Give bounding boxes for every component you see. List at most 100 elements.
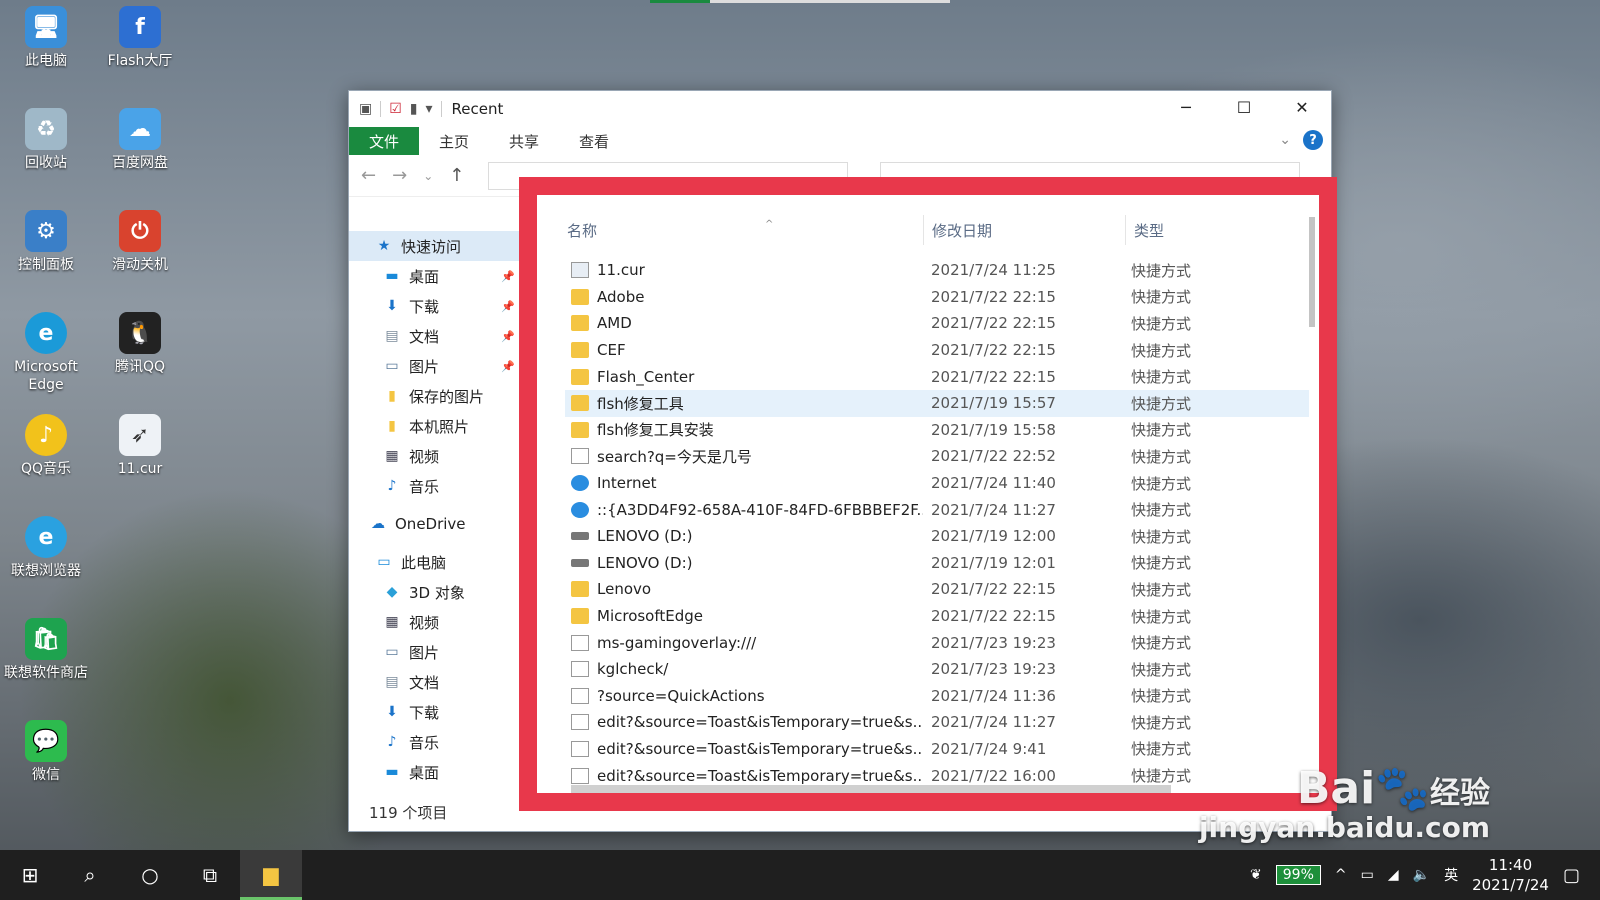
tab-view[interactable]: 查看	[559, 127, 629, 155]
file-row[interactable]: AMD 2021/7/22 22:15 快捷方式	[565, 310, 1309, 337]
battery-icon[interactable]: ▭	[1361, 867, 1374, 883]
maximize-icon[interactable]: ☐	[1215, 91, 1273, 123]
file-name-cell: Flash_Center	[565, 368, 923, 386]
store-icon: 🛍	[25, 618, 67, 660]
ime-indicator[interactable]: 英	[1444, 865, 1458, 885]
file-type: 快捷方式	[1131, 554, 1192, 573]
folder-icon	[571, 421, 589, 438]
taskbar-file-explorer[interactable]: ▆	[240, 850, 302, 900]
nav-item-desktop[interactable]: ▬ 桌面 📌	[349, 261, 519, 291]
desktop-icon-baidu-netdisk[interactable]: ☁ 百度网盘	[94, 108, 186, 172]
file-row[interactable]: Adobe 2021/7/22 22:15 快捷方式	[565, 284, 1309, 311]
nav-item-3d-objects[interactable]: ◆ 3D 对象	[349, 577, 519, 607]
column-header-date[interactable]: 修改日期	[923, 215, 1125, 245]
file-row[interactable]: MicrosoftEdge 2021/7/22 22:15 快捷方式	[565, 603, 1309, 630]
file-row[interactable]: ms-gamingoverlay:/// 2021/7/23 19:23 快捷方式	[565, 629, 1309, 656]
desktop-icon-qq[interactable]: 🐧 腾讯QQ	[94, 312, 186, 376]
nav-item-pc-pictures[interactable]: ▭ 图片	[349, 637, 519, 667]
desktop-icon-lenovo-store[interactable]: 🛍 联想软件商店	[0, 618, 92, 682]
minimize-icon[interactable]: ─	[1157, 91, 1215, 123]
back-arrow-icon[interactable]: ←	[361, 165, 376, 186]
file-row[interactable]: edit?&source=Toast&isTemporary=true&s...…	[565, 709, 1309, 736]
tab-file[interactable]: 文件	[349, 127, 420, 155]
nav-item-documents[interactable]: ▤ 文档 📌	[349, 321, 519, 351]
file-row[interactable]: kglcheck/2021/7/23 19:23 快捷方式	[565, 656, 1309, 683]
nav-item-pc-music[interactable]: ♪ 音乐	[349, 727, 519, 757]
nav-item-pc-desktop[interactable]: ▬ 桌面	[349, 757, 519, 787]
file-row[interactable]: Internet 2021/7/24 11:40 快捷方式	[565, 470, 1309, 497]
close-icon[interactable]: ✕	[1273, 91, 1331, 123]
desktop-icon-flash-hall[interactable]: f Flash大厅	[94, 6, 186, 70]
desktop-icon-slide-shutdown[interactable]: ⏻ 滑动关机	[94, 210, 186, 274]
file-row[interactable]: 11.cur 2021/7/24 11:25 快捷方式	[565, 257, 1309, 284]
nav-item-pc-videos[interactable]: ▦ 视频	[349, 607, 519, 637]
recent-locations-chevron-icon[interactable]: ⌄	[423, 169, 433, 183]
customize-dropdown-icon[interactable]: ▾	[426, 101, 433, 117]
file-date: 2021/7/22 22:15	[931, 287, 1056, 306]
file-row[interactable]: CEF 2021/7/22 22:15 快捷方式	[565, 337, 1309, 364]
desktop-icon-recycle-bin[interactable]: ♻ 回收站	[0, 108, 92, 172]
file-row[interactable]: ?source=QuickActions 2021/7/24 11:36 快捷方式	[565, 683, 1309, 710]
speaker-icon[interactable]: 🔈	[1413, 867, 1430, 883]
desktop-icon-this-pc[interactable]: 🖥 此电脑	[0, 6, 92, 70]
nav-item-pc-documents[interactable]: ▤ 文档	[349, 667, 519, 697]
file-row[interactable]: LENOVO (D:) 2021/7/19 12:00 快捷方式	[565, 523, 1309, 550]
nav-label: 3D 对象	[409, 583, 465, 602]
forward-arrow-icon[interactable]: →	[392, 165, 407, 186]
file-row[interactable]: flsh修复工具 2021/7/19 15:57 快捷方式	[565, 389, 1309, 417]
vertical-scrollbar[interactable]	[1309, 217, 1315, 327]
start-button[interactable]: ⊞	[0, 850, 60, 900]
file-row[interactable]: flsh修复工具安装 2021/7/19 15:58 快捷方式	[565, 417, 1309, 444]
desktop-icon-edge[interactable]: e Microsoft Edge	[0, 312, 92, 394]
file-row[interactable]: Lenovo 2021/7/22 22:15 快捷方式	[565, 576, 1309, 603]
nav-item-downloads[interactable]: ⬇ 下载 📌	[349, 291, 519, 321]
leaf-icon[interactable]: ❦	[1250, 867, 1262, 883]
video-icon: ▦	[385, 448, 399, 464]
column-header-name[interactable]: 名称	[567, 220, 923, 241]
nav-item-music[interactable]: ♪ 音乐	[349, 471, 519, 501]
file-name: Flash_Center	[597, 367, 695, 386]
new-folder-icon[interactable]: ▮	[410, 101, 418, 117]
file-row[interactable]: LENOVO (D:) 2021/7/19 12:01 快捷方式	[565, 550, 1309, 577]
nav-this-pc[interactable]: ▭ 此电脑	[349, 547, 519, 577]
expand-ribbon-chevron-icon[interactable]: ⌄	[1279, 132, 1291, 148]
tab-home[interactable]: 主页	[419, 127, 489, 155]
desktop-icon-control-panel[interactable]: ⚙ 控制面板	[0, 210, 92, 274]
desktop-icon-11cur[interactable]: ➶ 11.cur	[94, 414, 186, 478]
up-arrow-icon[interactable]: ↑	[449, 165, 464, 186]
nav-item-pc-downloads[interactable]: ⬇ 下载	[349, 697, 519, 727]
desktop-icon-label: 微信	[32, 767, 60, 783]
cortana-circle-icon: ○	[141, 863, 159, 887]
help-icon[interactable]: ?	[1303, 130, 1323, 150]
internet-explorer-icon	[571, 501, 589, 518]
clock[interactable]: 11:40 2021/7/24	[1472, 855, 1549, 895]
nav-quick-access[interactable]: ★ 快速访问	[349, 231, 519, 261]
file-date: 2021/7/24 9:41	[931, 739, 1047, 758]
wifi-icon[interactable]: ◢	[1388, 867, 1399, 883]
properties-icon[interactable]: ▣	[359, 101, 372, 117]
desktop-icon-wechat[interactable]: 💬 微信	[0, 720, 92, 784]
horizontal-scrollbar[interactable]	[571, 785, 1171, 793]
file-row[interactable]: Flash_Center 2021/7/22 22:15 快捷方式	[565, 363, 1309, 390]
task-view-button[interactable]: ⧉	[180, 850, 240, 900]
notification-icon[interactable]: ▢	[1563, 865, 1580, 886]
desktop-icon-lenovo-browser[interactable]: e 联想浏览器	[0, 516, 92, 580]
search-button[interactable]: ⌕	[60, 850, 120, 900]
nav-item-pictures[interactable]: ▭ 图片 📌	[349, 351, 519, 381]
file-name-cell: edit?&source=Toast&isTemporary=true&s...	[565, 767, 923, 785]
nav-item-camera-roll[interactable]: ▮ 本机照片	[349, 411, 519, 441]
nav-item-videos[interactable]: ▦ 视频	[349, 441, 519, 471]
column-header-type[interactable]: 类型	[1125, 215, 1164, 245]
cortana-button[interactable]: ○	[120, 850, 180, 900]
file-row[interactable]: search?q=今天是几号 2021/7/22 22:52 快捷方式	[565, 443, 1309, 470]
file-row[interactable]: ::{A3DD4F92-658A-410F-84FD-6FBBBEF2F... 2…	[565, 496, 1309, 523]
tab-share[interactable]: 共享	[489, 127, 559, 155]
file-row[interactable]: edit?&source=Toast&isTemporary=true&s...…	[565, 736, 1309, 763]
nav-onedrive[interactable]: ☁ OneDrive	[349, 509, 519, 539]
battery-indicator[interactable]: 99%	[1275, 865, 1321, 885]
desktop-icon-qq-music[interactable]: ♪ QQ音乐	[0, 414, 92, 478]
file-type: 快捷方式	[1131, 740, 1192, 759]
checkbox-icon[interactable]: ☑	[389, 101, 402, 117]
nav-item-saved-pictures[interactable]: ▮ 保存的图片	[349, 381, 519, 411]
chevron-up-icon[interactable]: ^	[1335, 867, 1347, 883]
